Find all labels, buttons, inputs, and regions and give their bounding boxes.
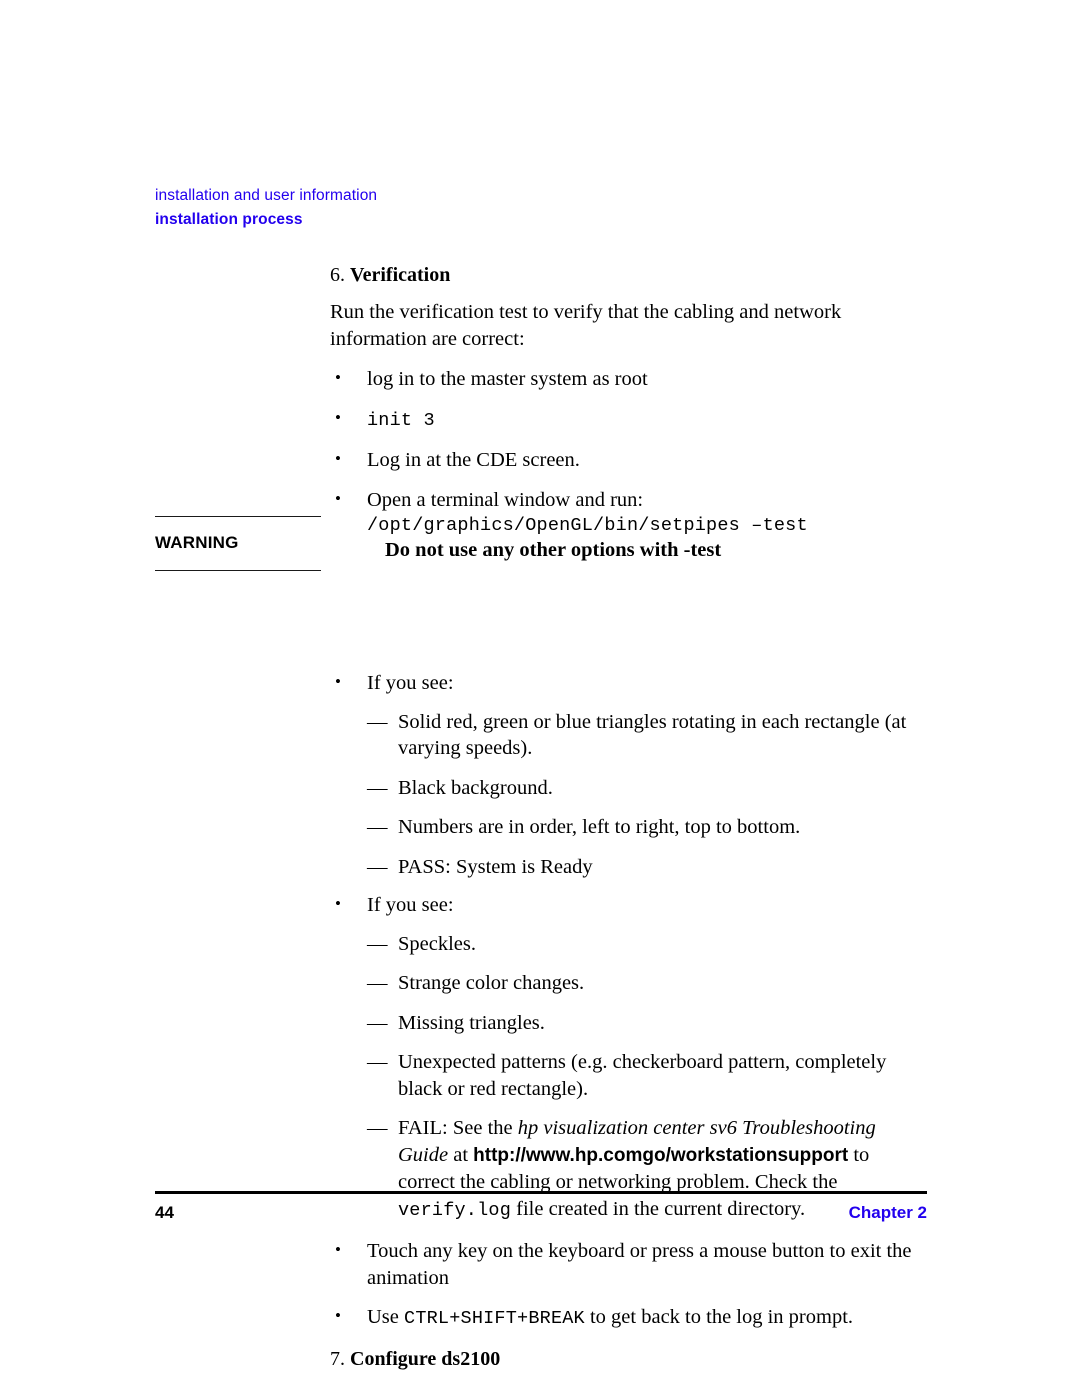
step-7-heading: 7. Configure ds2100 bbox=[330, 1346, 930, 1372]
if-you-see-lead-1: If you see: bbox=[367, 672, 454, 694]
verify-log-filename: verify.log bbox=[398, 1199, 512, 1221]
list-item: Strange color changes. bbox=[367, 970, 930, 997]
running-header-line1: installation and user information bbox=[155, 187, 378, 204]
step-7-number: 7. bbox=[330, 1347, 345, 1370]
break-keystroke: CTRL+SHIFT+BREAK bbox=[404, 1308, 585, 1329]
document-page: installation and user information instal… bbox=[0, 0, 1080, 1397]
list-item: If you see: Speckles. Strange color chan… bbox=[330, 891, 930, 1225]
list-item: Use CTRL+SHIFT+BREAK to get back to the … bbox=[330, 1303, 930, 1333]
bullet-text: Open a terminal window and run: bbox=[367, 488, 644, 511]
list-item: Speckles. bbox=[367, 931, 930, 958]
setpipes-command: /opt/graphics/OpenGL/bin/setpipes –test bbox=[367, 515, 808, 536]
list-item: init 3 bbox=[330, 405, 930, 435]
use-prefix: Use bbox=[367, 1306, 405, 1328]
bullet-code: init 3 bbox=[367, 409, 435, 431]
symptom-dash-list-1: Solid red, green or blue triangles rotat… bbox=[367, 709, 930, 881]
touch-key-text: Touch any key on the keyboard or press a… bbox=[367, 1240, 912, 1289]
verification-bullet-list: log in to the master system as root init… bbox=[330, 365, 930, 540]
running-header-line2: installation process bbox=[155, 211, 303, 228]
list-item: Numbers are in order, left to right, top… bbox=[367, 814, 930, 841]
step-6-number: 6. bbox=[330, 264, 345, 286]
intro-paragraph: Run the verification test to verify that… bbox=[330, 301, 842, 350]
warning-label-block: WARNING bbox=[155, 516, 321, 571]
list-item: log in to the master system as root bbox=[330, 365, 930, 393]
warning-text: Do not use any other options with -test bbox=[385, 539, 722, 561]
warning-label: WARNING bbox=[155, 533, 239, 552]
list-item: Open a terminal window and run: /opt/gra… bbox=[330, 486, 930, 540]
fail-prefix: FAIL: See the bbox=[398, 1117, 518, 1139]
symptom-dash-list-2: Speckles. Strange color changes. Missing… bbox=[367, 931, 930, 1225]
running-header: installation and user information instal… bbox=[155, 186, 855, 230]
list-item: PASS: System is Ready bbox=[367, 854, 930, 881]
warning-rule-bottom bbox=[155, 570, 321, 571]
warning-rule-top bbox=[155, 516, 321, 517]
if-you-see-list-1: If you see: Solid red, green or blue tri… bbox=[330, 669, 930, 1333]
step-7-title: Configure ds2100 bbox=[350, 1347, 501, 1370]
chapter-label: Chapter 2 bbox=[848, 1203, 927, 1222]
support-url-link[interactable]: http://www.hp.comgo/workstationsupport bbox=[473, 1145, 848, 1166]
list-item: Touch any key on the keyboard or press a… bbox=[330, 1237, 930, 1291]
list-item: Unexpected patterns (e.g. checkerboard p… bbox=[367, 1049, 930, 1102]
warning-spacer bbox=[330, 552, 930, 670]
bullet-text: log in to the master system as root bbox=[367, 368, 648, 390]
list-item: Log in at the CDE screen. bbox=[330, 446, 930, 474]
page-number: 44 bbox=[155, 1203, 174, 1222]
step-6-title: Verification bbox=[350, 264, 451, 286]
list-item: If you see: Solid red, green or blue tri… bbox=[330, 669, 930, 881]
footer-rule bbox=[155, 1191, 927, 1194]
if-you-see-lead-2: If you see: bbox=[367, 894, 454, 916]
list-item: Black background. bbox=[367, 775, 930, 802]
list-item: Missing triangles. bbox=[367, 1010, 930, 1037]
list-item: Solid red, green or blue triangles rotat… bbox=[367, 709, 930, 762]
step-6-heading: 6. Verification bbox=[330, 262, 930, 288]
fail-at: at bbox=[448, 1143, 474, 1166]
bullet-text: Log in at the CDE screen. bbox=[367, 449, 580, 471]
use-suffix: to get back to the log in prompt. bbox=[584, 1306, 854, 1328]
